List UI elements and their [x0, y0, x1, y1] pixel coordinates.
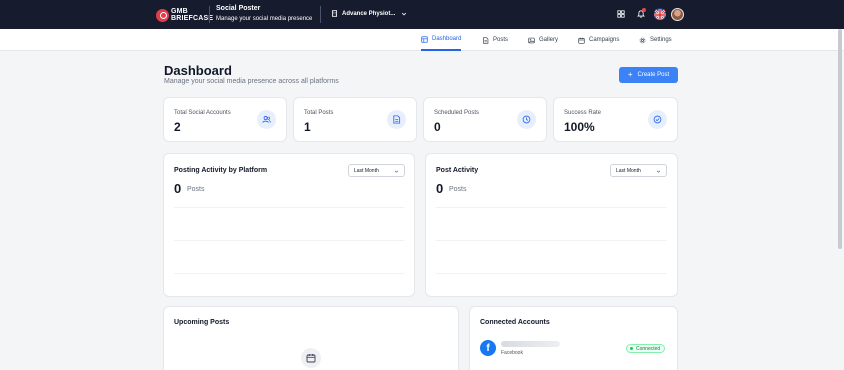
document-icon	[387, 110, 406, 129]
create-post-button[interactable]: + Create Post	[619, 67, 678, 83]
gmb-briefcase-logo[interactable]: GMB BRIEFCASE	[156, 8, 213, 22]
chevron-down-icon	[656, 170, 661, 173]
post-count-unit: Posts	[187, 186, 205, 193]
stat-card-total-posts: Total Posts 1	[293, 97, 417, 142]
chart-gridline	[436, 273, 667, 274]
page-subtitle: Manage your social media presence across…	[164, 78, 339, 85]
stat-label: Total Social Accounts	[174, 110, 231, 116]
divider	[209, 6, 210, 23]
logo-line-1: GMB	[171, 8, 188, 15]
chart-title: Post Activity	[436, 167, 479, 174]
stat-value: 0	[434, 120, 441, 134]
gear-icon	[639, 37, 646, 43]
tab-campaigns[interactable]: Campaigns	[578, 29, 619, 51]
tab-label: Posts	[493, 37, 509, 43]
users-icon	[257, 110, 276, 129]
building-icon	[331, 10, 338, 17]
tab-label: Dashboard	[432, 36, 462, 42]
stat-label: Total Posts	[304, 110, 334, 116]
user-avatar[interactable]	[671, 8, 684, 21]
logo-icon	[156, 8, 169, 22]
chart-gridline	[436, 240, 667, 241]
chevron-down-icon	[394, 170, 399, 173]
stat-value: 100%	[564, 120, 595, 134]
range-value: Last Month	[354, 167, 379, 174]
stat-label: Success Rate	[564, 110, 602, 116]
chart-gridline	[174, 273, 404, 274]
chart-gridline	[174, 207, 404, 208]
business-selector[interactable]: Advance Physiot...	[331, 10, 411, 17]
stat-value: 2	[174, 120, 181, 134]
tab-posts[interactable]: Posts	[482, 29, 508, 51]
notification-dot	[642, 8, 646, 12]
logo-line-2: BRIEFCASE	[171, 15, 214, 22]
document-icon	[483, 36, 489, 44]
page-scrollbar[interactable]	[838, 29, 842, 249]
stat-value: 1	[304, 120, 311, 134]
tab-label: Settings	[650, 37, 672, 43]
section-title: Connected Accounts	[480, 319, 550, 326]
tab-label: Campaigns	[589, 37, 620, 43]
stat-card-social-accounts: Total Social Accounts 2	[163, 97, 287, 142]
page-title: Dashboard	[164, 63, 232, 78]
layout-icon	[421, 35, 428, 43]
check-circle-icon	[648, 110, 667, 129]
post-count: 0	[174, 181, 182, 196]
business-name: Advance Physiot...	[342, 10, 396, 17]
create-post-label: Create Post	[637, 72, 670, 78]
divider	[320, 6, 321, 23]
chevron-down-icon	[402, 12, 407, 15]
account-platform: Facebook	[501, 350, 523, 356]
uk-flag-icon[interactable]	[654, 8, 666, 20]
post-count-unit: Posts	[449, 186, 467, 193]
clock-icon	[517, 110, 536, 129]
chart-gridline	[174, 240, 404, 241]
upcoming-posts-card: Upcoming Posts	[163, 306, 459, 370]
range-value: Last Month	[616, 167, 641, 174]
connected-accounts-card: Connected Accounts f Facebook Connected	[469, 306, 678, 370]
plus-icon: +	[627, 70, 633, 79]
platform-activity-card: Posting Activity by Platform Last Month …	[163, 153, 415, 297]
app-subtitle: Manage your social media presence	[216, 16, 313, 22]
chart-gridline	[436, 207, 667, 208]
tab-dashboard[interactable]: Dashboard	[421, 29, 462, 51]
range-select[interactable]: Last Month	[610, 164, 667, 177]
tab-settings[interactable]: Settings	[639, 29, 672, 51]
tab-gallery[interactable]: Gallery	[528, 29, 558, 51]
main-nav: Dashboard Posts Gallery Campaigns Settin…	[0, 29, 844, 51]
post-count: 0	[436, 181, 444, 196]
stat-card-success-rate: Success Rate 100%	[553, 97, 678, 142]
status-label: Connected	[636, 345, 661, 352]
status-dot	[630, 347, 633, 350]
stat-card-scheduled-posts: Scheduled Posts 0	[423, 97, 547, 142]
section-title: Upcoming Posts	[174, 319, 230, 326]
tab-label: Gallery	[539, 37, 559, 43]
grid-icon[interactable]	[617, 10, 625, 18]
top-bar: GMB BRIEFCASE Social Poster Manage your …	[0, 0, 844, 29]
calendar-icon	[301, 348, 321, 368]
account-name-redacted	[501, 341, 560, 347]
stat-label: Scheduled Posts	[434, 110, 480, 116]
image-icon	[528, 37, 535, 43]
post-activity-card: Post Activity Last Month 0 Posts	[425, 153, 678, 297]
range-select[interactable]: Last Month	[348, 164, 405, 177]
calendar-icon	[578, 37, 585, 44]
status-badge: Connected	[626, 344, 666, 353]
facebook-icon: f	[480, 340, 496, 356]
app-title: Social Poster	[216, 5, 261, 12]
chart-title: Posting Activity by Platform	[174, 167, 268, 174]
